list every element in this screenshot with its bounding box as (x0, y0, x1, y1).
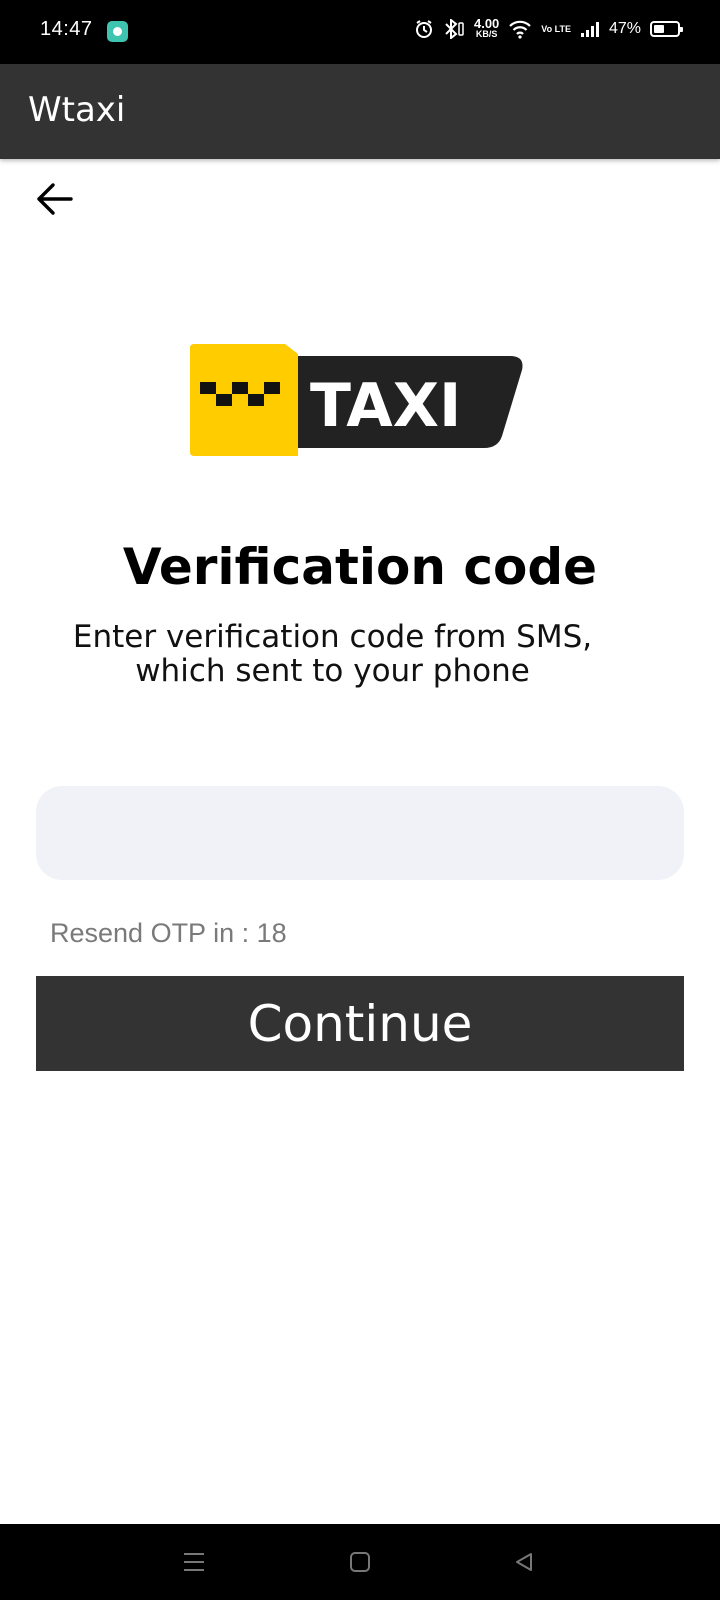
arrow-left-icon (37, 183, 73, 215)
otp-input[interactable] (36, 786, 684, 880)
page-title: Verification code (122, 538, 598, 596)
home-button[interactable] (342, 1544, 378, 1580)
status-bar: 14:47 4.00 KB/S Vo LTE 47% (0, 0, 720, 64)
chat-app-icon (107, 21, 128, 42)
subtitle-line-1: Enter verification code from SMS, (72, 619, 593, 655)
menu-button[interactable] (176, 1544, 212, 1580)
app-bar: Wtaxi (0, 64, 720, 159)
resend-otp-timer: Resend OTP in : 18 (50, 918, 287, 948)
home-icon (350, 1552, 370, 1572)
net-speed-value: 4.00 (473, 16, 500, 31)
net-speed-unit: KB/S (475, 29, 498, 39)
continue-button[interactable]: Continue (36, 976, 684, 1071)
net-speed: 4.00 KB/S (473, 16, 500, 40)
alarm-icon (414, 19, 434, 39)
subtitle-line-2: which sent to your phone (135, 653, 530, 689)
bluetooth-icon (443, 19, 465, 39)
wifi-icon (508, 19, 532, 39)
subtitle: Enter verification code from SMS, which … (0, 620, 665, 688)
back-triangle-icon (516, 1553, 532, 1571)
app-title: Wtaxi (28, 90, 126, 130)
status-icons: 4.00 KB/S Vo LTE 47% (414, 16, 683, 40)
menu-icon (184, 1553, 204, 1571)
logo-text: TAXI (310, 371, 461, 441)
volte-label: Vo LTE (541, 24, 571, 34)
battery-fill (654, 25, 664, 33)
status-time: 14:47 (40, 18, 93, 40)
system-nav-bar (0, 1524, 720, 1600)
battery-percent: 47% (608, 20, 641, 37)
taxi-logo: TAXI (190, 344, 530, 459)
system-back-button[interactable] (506, 1544, 542, 1580)
battery-icon (650, 21, 683, 37)
back-button[interactable] (30, 175, 78, 223)
signal-icon (580, 20, 600, 38)
